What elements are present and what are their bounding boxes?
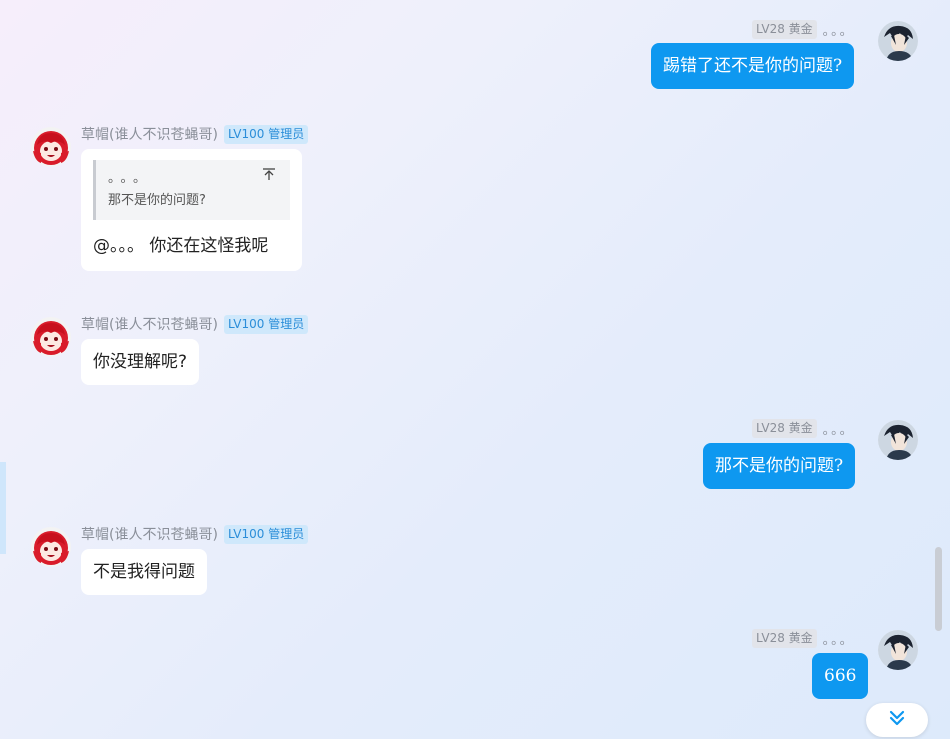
sender-name[interactable]: 。。。: [823, 629, 855, 648]
message-bubble[interactable]: 。。。 那不是你的问题? @。。。 你还在这怪我呢: [81, 149, 302, 271]
admin-badge: LV100 管理员: [223, 124, 309, 144]
quoted-author: 。。。: [108, 171, 153, 186]
message-bubble[interactable]: 你没理解呢?: [81, 339, 200, 385]
admin-avatar[interactable]: [31, 127, 71, 167]
arrow-to-top-icon[interactable]: [262, 166, 276, 188]
message-meta: 草帽(谁人不识苍蝇哥) LV100 管理员: [81, 314, 309, 334]
message-bubble[interactable]: 不是我得问题: [81, 549, 207, 595]
sender-name[interactable]: 草帽(谁人不识苍蝇哥): [81, 314, 218, 334]
quoted-message[interactable]: 。。。 那不是你的问题?: [93, 160, 290, 220]
message-meta: 草帽(谁人不识苍蝇哥) LV100 管理员: [81, 524, 309, 544]
scrollbar-thumb[interactable]: [935, 547, 942, 631]
sender-name[interactable]: 草帽(谁人不识苍蝇哥): [81, 524, 218, 544]
sender-name[interactable]: 草帽(谁人不识苍蝇哥): [81, 124, 218, 144]
message-text: @。。。 你还在这怪我呢: [93, 236, 269, 256]
user-avatar[interactable]: [878, 21, 918, 61]
admin-avatar[interactable]: [31, 527, 71, 567]
message-meta: LV28 黄金 。。。: [752, 20, 855, 39]
level-badge: LV28 黄金: [752, 419, 817, 438]
message-bubble[interactable]: 666: [812, 653, 869, 699]
user-avatar[interactable]: [878, 630, 918, 670]
level-badge: LV28 黄金: [752, 20, 817, 39]
message-bubble[interactable]: 踢错了还不是你的问题?: [651, 43, 855, 89]
admin-badge: LV100 管理员: [223, 314, 309, 334]
scroll-to-bottom-button[interactable]: [866, 703, 928, 737]
message-meta: LV28 黄金 。。。: [752, 629, 855, 648]
chat-message-list[interactable]: LV28 黄金 。。。 踢错了还不是你的问题? 草帽(谁人不识苍蝇哥) LV10…: [0, 0, 950, 739]
message-bubble[interactable]: 那不是你的问题?: [703, 443, 856, 489]
quoted-text: 那不是你的问题?: [108, 193, 206, 208]
admin-avatar[interactable]: [31, 317, 71, 357]
admin-badge: LV100 管理员: [223, 524, 309, 544]
message-meta: 草帽(谁人不识苍蝇哥) LV100 管理员: [81, 124, 309, 144]
double-chevron-down-icon: [888, 709, 906, 731]
sender-name[interactable]: 。。。: [823, 419, 855, 438]
level-badge: LV28 黄金: [752, 629, 817, 648]
user-avatar[interactable]: [878, 420, 918, 460]
sender-name[interactable]: 。。。: [823, 20, 855, 39]
message-meta: LV28 黄金 。。。: [752, 419, 855, 438]
